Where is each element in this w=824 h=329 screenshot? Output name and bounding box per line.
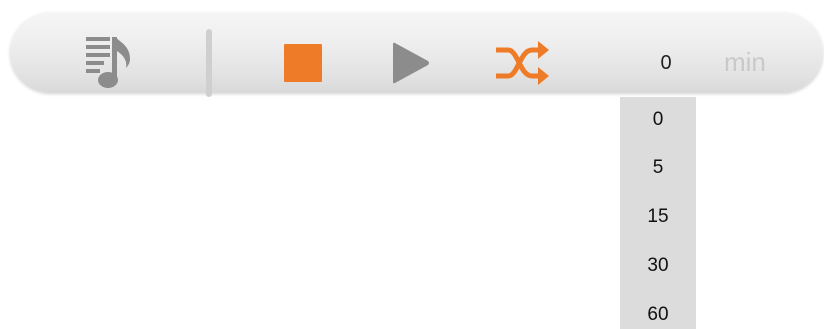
- stop-icon: [284, 44, 322, 82]
- timer-option-5[interactable]: 5: [620, 143, 696, 192]
- shuffle-icon: [496, 41, 549, 85]
- play-button[interactable]: [388, 40, 434, 86]
- timer-option-60[interactable]: 60: [620, 290, 696, 329]
- shuffle-button[interactable]: [492, 38, 552, 88]
- timer-option-30[interactable]: 30: [620, 241, 696, 290]
- toolbar-divider: [206, 29, 212, 97]
- play-icon: [393, 42, 429, 84]
- playlist-button[interactable]: [84, 33, 144, 93]
- player-toolbar: 0 min: [10, 11, 823, 97]
- timer-dropdown[interactable]: 0 5 15 30 60: [620, 97, 696, 329]
- playlist-music-icon: [86, 37, 130, 88]
- stop-button[interactable]: [280, 40, 326, 86]
- timer-unit-label: min: [724, 47, 766, 77]
- timer-option-15[interactable]: 15: [620, 192, 696, 241]
- timer-option-0[interactable]: 0: [620, 97, 696, 143]
- sleep-timer-select[interactable]: 0: [650, 49, 682, 77]
- player-page: 0 min 0 5 15 30 60: [0, 0, 824, 329]
